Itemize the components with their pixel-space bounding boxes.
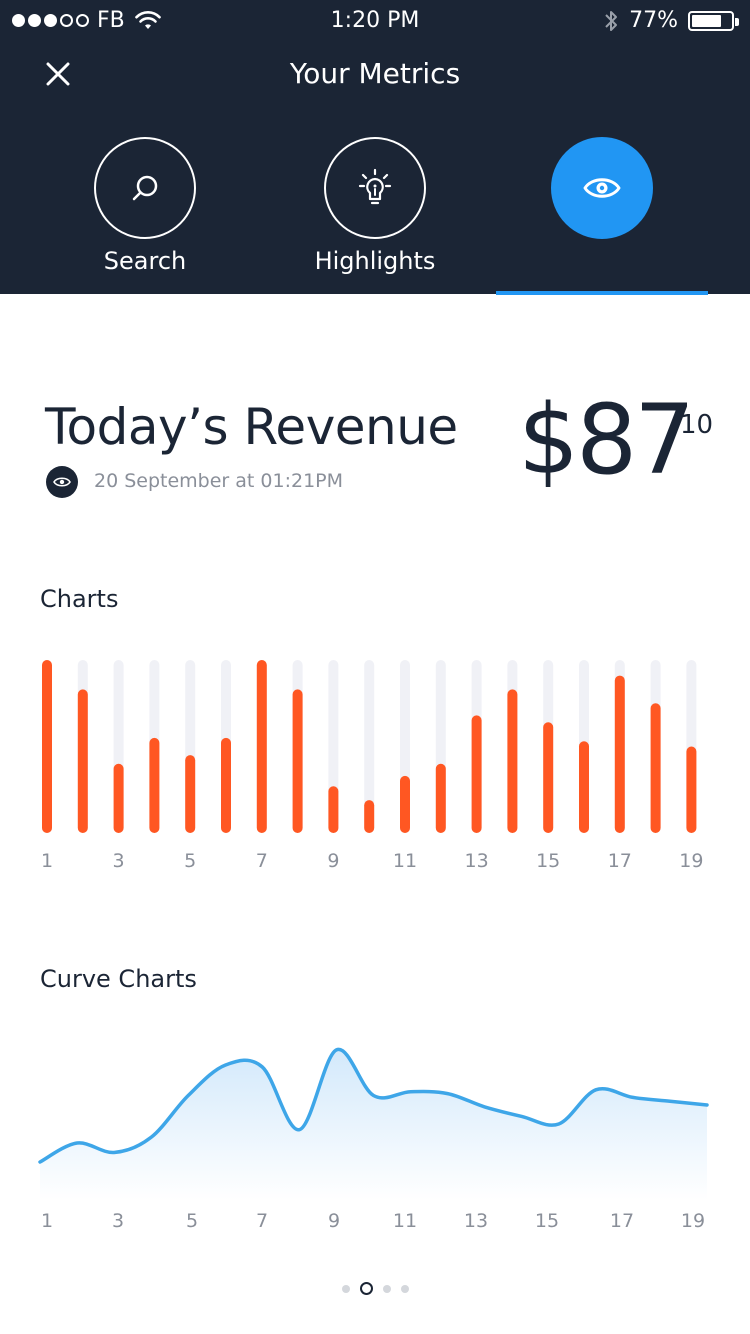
bar — [543, 722, 554, 833]
bar-chart: 1 3 5 7 9 11 13 15 17 19 — [41, 660, 703, 872]
bar — [364, 800, 375, 833]
curve-chart: 1 3 5 7 9 11 13 15 17 19 — [38, 1047, 709, 1232]
search-icon — [132, 175, 158, 201]
battery-icon — [688, 10, 739, 31]
tab-highlights[interactable]: Highlights — [275, 137, 475, 275]
page-dot[interactable] — [382, 1284, 391, 1293]
revenue-amount: $87 — [518, 384, 695, 496]
page-title: Your Metrics — [289, 57, 461, 90]
x-tick-label: 19 — [681, 1210, 705, 1232]
battery-level — [692, 14, 722, 27]
x-tick-label: 15 — [536, 850, 560, 872]
x-tick-label: 11 — [393, 850, 417, 872]
x-tick-label: 5 — [186, 1210, 198, 1232]
page-dot[interactable] — [341, 1284, 350, 1293]
x-tick-label: 13 — [465, 850, 489, 872]
x-tick-label: 17 — [608, 850, 632, 872]
curve-charts-title: Curve Charts — [40, 965, 197, 993]
bar — [328, 786, 339, 833]
bar — [185, 755, 196, 833]
x-tick-label: 9 — [327, 850, 339, 872]
tab-label: Highlights — [314, 247, 436, 275]
battery-percent: 77% — [629, 8, 678, 33]
page-dot[interactable] — [359, 1282, 373, 1295]
x-tick-label: 9 — [328, 1210, 340, 1232]
tab-view-circle — [551, 137, 653, 239]
x-tick-label: 1 — [41, 1210, 53, 1232]
x-tick-label: 3 — [112, 1210, 124, 1232]
charts-title: Charts — [40, 585, 119, 613]
x-tick-label: 19 — [679, 850, 703, 872]
header: FB 1:20 PM 77% Your Metrics Search Highl… — [0, 0, 750, 295]
active-tab-indicator — [496, 291, 708, 295]
bar — [221, 737, 231, 833]
bar — [113, 763, 124, 833]
bar — [650, 703, 661, 833]
bar — [471, 715, 482, 833]
x-tick-label: 1 — [41, 850, 53, 872]
tab-search[interactable]: Search — [45, 137, 245, 275]
bar — [292, 689, 303, 833]
x-tick-label: 5 — [184, 850, 196, 872]
bar — [614, 675, 625, 833]
bar — [507, 689, 518, 833]
status-right: 77% — [603, 8, 739, 33]
bar — [686, 746, 697, 833]
page-dot[interactable] — [400, 1284, 409, 1293]
eye-badge — [46, 466, 78, 498]
x-tick-label: 3 — [113, 850, 125, 872]
bar — [256, 660, 267, 833]
x-tick-label: 13 — [464, 1210, 488, 1232]
tab-search-circle — [94, 137, 196, 239]
revenue-date: 20 September at 01:21PM — [94, 470, 344, 492]
bar — [579, 741, 589, 833]
bluetooth-icon — [605, 10, 618, 31]
status-bar: FB 1:20 PM 77% — [0, 0, 750, 40]
revenue-cents: 10 — [680, 410, 714, 440]
tab-label: Search — [103, 247, 187, 275]
page-indicator — [0, 1282, 750, 1295]
x-tick-label: 7 — [256, 1210, 268, 1232]
x-tick-label: 11 — [393, 1210, 417, 1232]
bar — [400, 775, 410, 833]
bar — [435, 763, 446, 833]
x-tick-label: 15 — [535, 1210, 559, 1232]
x-tick-label: 7 — [256, 850, 268, 872]
x-tick-label: 17 — [610, 1210, 634, 1232]
bar — [149, 737, 160, 833]
eye-icon — [583, 178, 621, 198]
tab-highlights-circle — [324, 137, 426, 239]
curve-area — [40, 1049, 707, 1200]
lightbulb-icon — [358, 168, 392, 205]
tab-view[interactable] — [502, 137, 702, 247]
eye-icon — [53, 477, 71, 487]
revenue-title: Today’s Revenue — [45, 398, 458, 456]
bar — [42, 660, 52, 833]
bar — [77, 689, 88, 833]
